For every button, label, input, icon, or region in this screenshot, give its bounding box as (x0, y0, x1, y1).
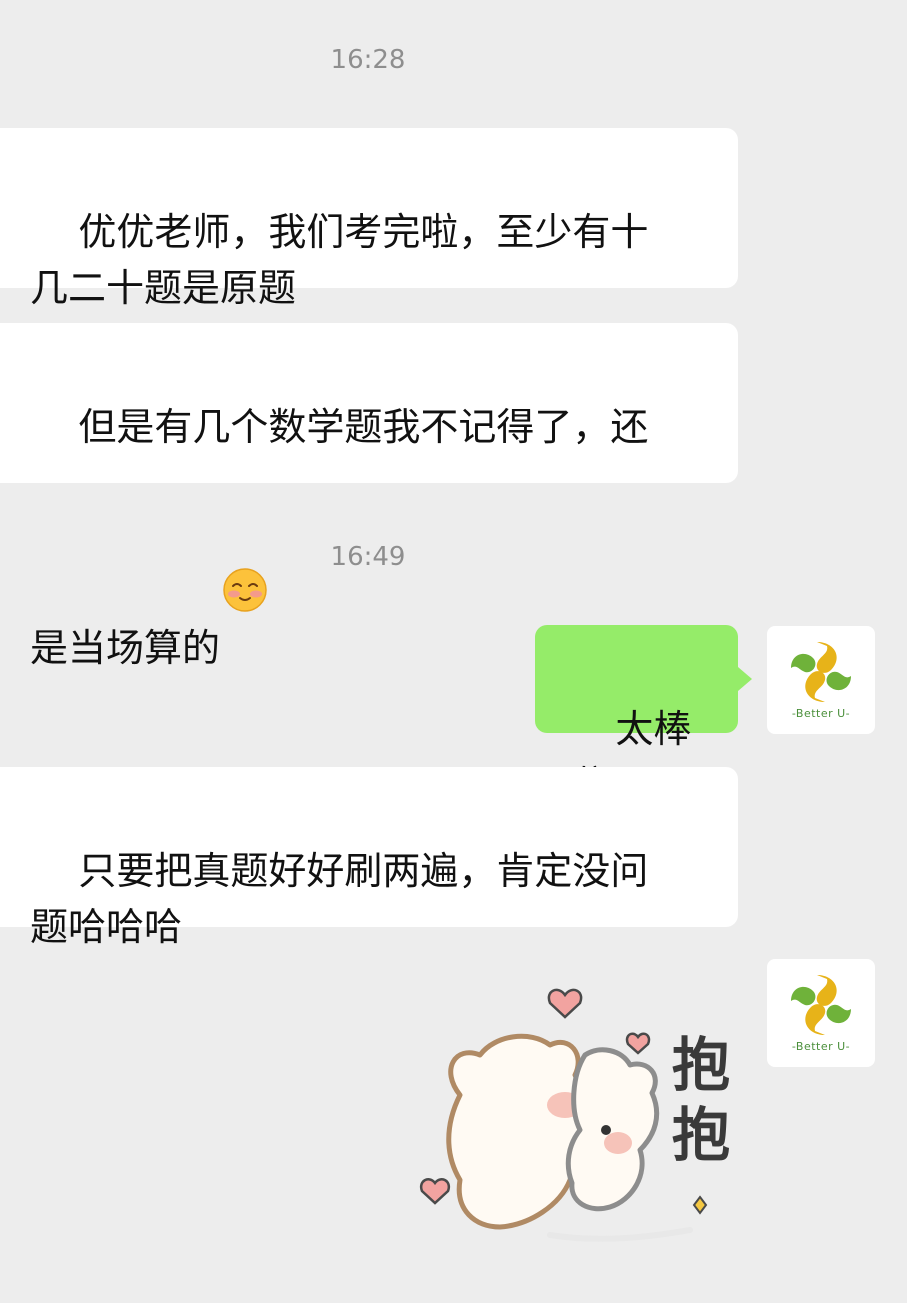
timestamp: 16:28 (330, 45, 406, 75)
hug-sticker[interactable]: 抱 抱 (400, 975, 750, 1255)
message-bubble-outgoing[interactable]: 太棒啦 (535, 625, 752, 807)
avatar[interactable]: -Better U- (767, 959, 875, 1067)
blushing-smile-emoji-icon (222, 455, 268, 612)
message-text: 优优老师，我们考完啦，至少有十 几二十题是原题 (30, 210, 649, 310)
message-bubble-incoming[interactable]: 但是有几个数学题我不记得了，还 是当场算的 (0, 323, 738, 670)
avatar[interactable]: -Better U- (767, 626, 875, 734)
message-bubble-incoming[interactable]: 优优老师，我们考完啦，至少有十 几二十题是原题 (0, 128, 738, 310)
message-bubble-incoming[interactable]: 只要把真题好好刷两遍，肯定没问 题哈哈哈 (0, 767, 738, 949)
sticker-text: 抱 (672, 1031, 731, 1099)
chat-area[interactable]: 16:28 优优老师，我们考完啦，至少有十 几二十题是原题 但是有几个数学题我不… (0, 0, 907, 1303)
message-text: 只要把真题好好刷两遍，肯定没问 题哈哈哈 (30, 849, 649, 949)
timestamp: 16:49 (330, 542, 406, 572)
avatar-logo-text: -Better U- (791, 707, 851, 720)
avatar-logo-text: -Better U- (791, 1040, 851, 1053)
sticker-text: 抱 (672, 1101, 731, 1169)
